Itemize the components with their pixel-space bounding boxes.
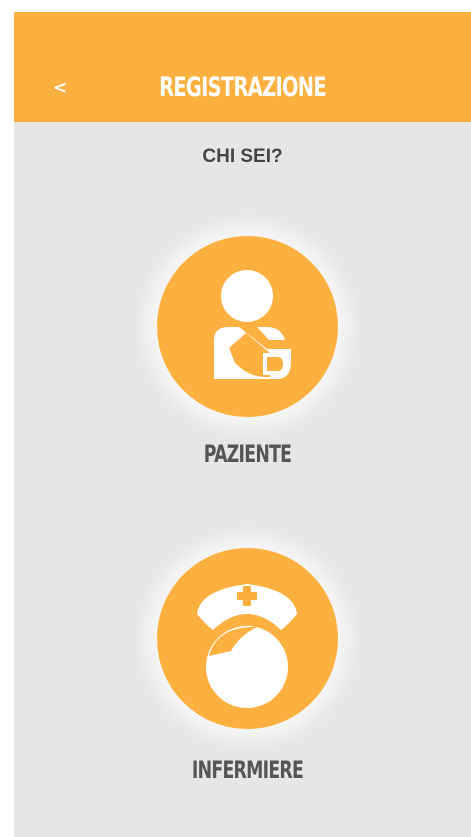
app-header: < REGISTRAZIONE (14, 12, 471, 122)
page-title: REGISTRAZIONE (159, 72, 326, 103)
nurse-option-circle[interactable] (157, 548, 338, 729)
nurse-label: INFERMIERE (191, 756, 304, 784)
question-heading: CHI SEI? (202, 146, 283, 167)
registration-screen: < REGISTRAZIONE CHI SEI? PAZIENTE INFERM… (14, 12, 471, 837)
patient-option-circle[interactable] (157, 236, 338, 417)
back-button[interactable]: < (42, 72, 78, 104)
patient-icon (214, 270, 291, 379)
nurse-icon (197, 584, 297, 708)
patient-label: PAZIENTE (203, 440, 292, 468)
